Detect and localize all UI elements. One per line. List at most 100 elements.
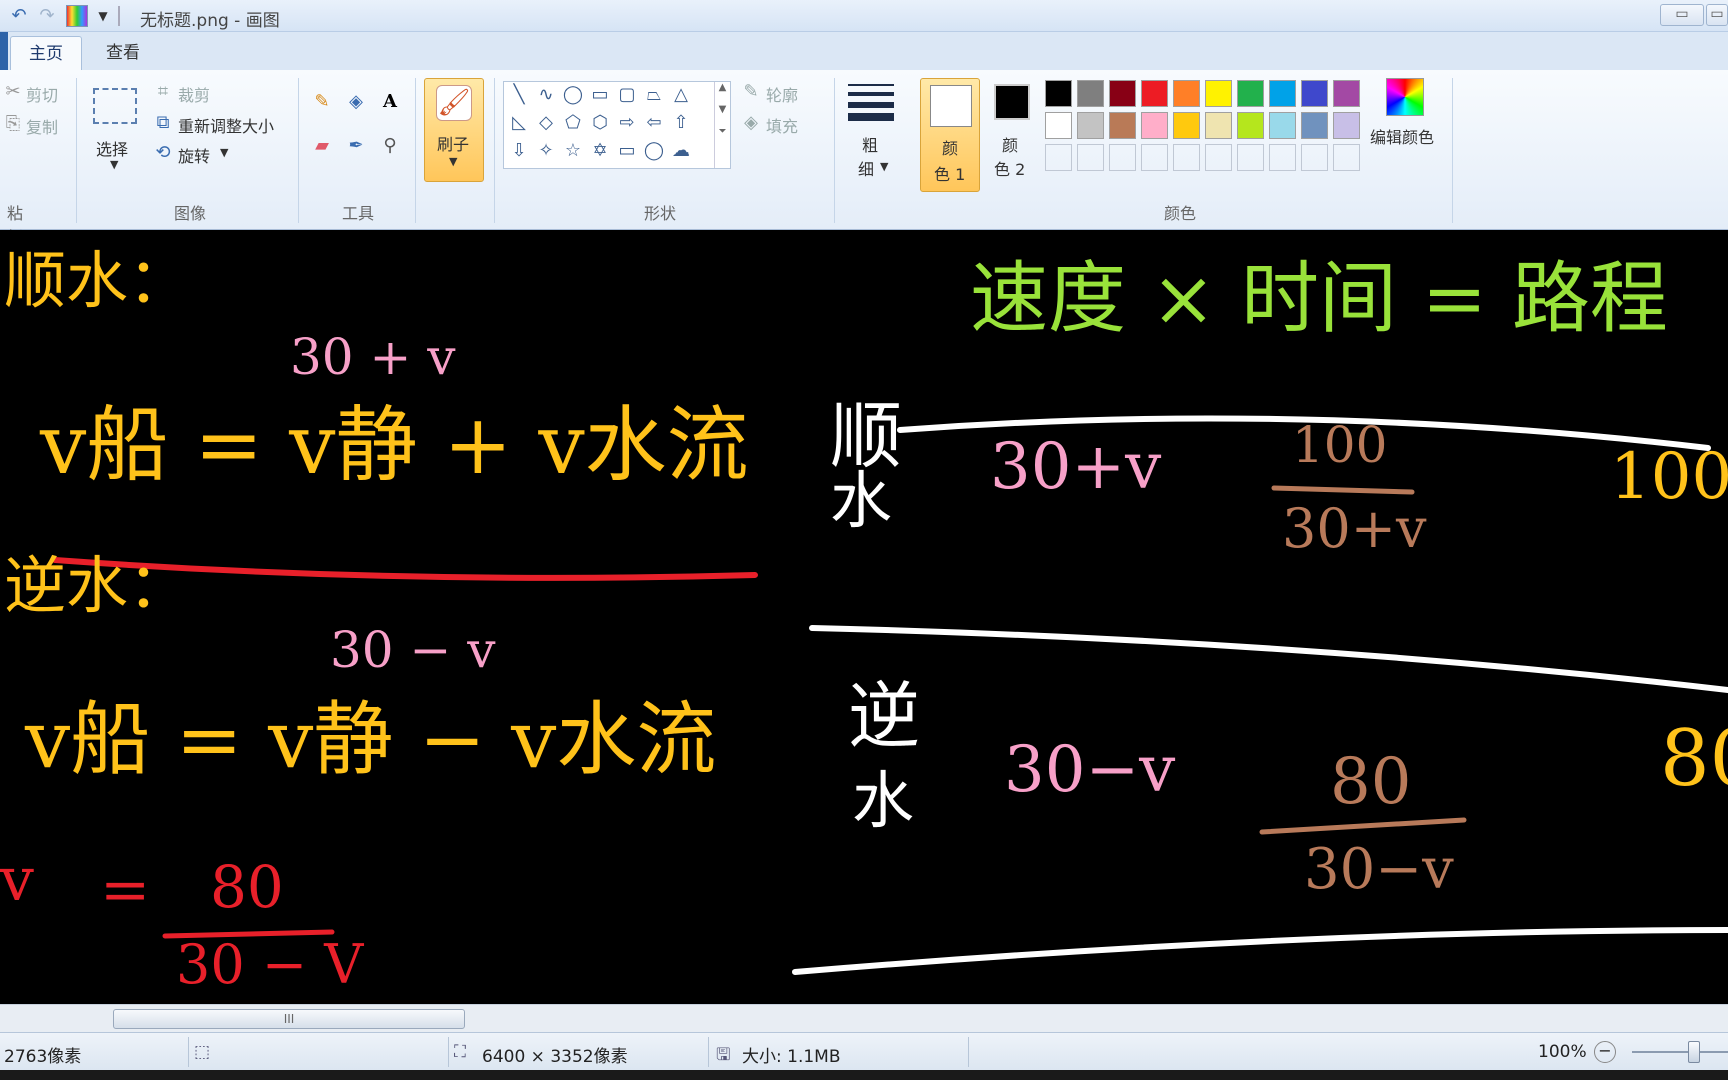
scrollbar-thumb[interactable]: III bbox=[113, 1009, 465, 1029]
size-dropdown-icon[interactable]: ▼ bbox=[880, 160, 888, 173]
header-formula: 速度 × 时间 = 路程 bbox=[970, 254, 1668, 344]
down-arrow-shape-icon[interactable]: ⇩ bbox=[506, 138, 532, 164]
tab-view[interactable]: 查看 bbox=[88, 36, 158, 70]
copy-button[interactable]: 复制 bbox=[26, 114, 58, 138]
select-dropdown-icon[interactable]: ▼ bbox=[110, 158, 118, 171]
zoom-slider-track[interactable] bbox=[1632, 1051, 1728, 1053]
hexagon-shape-icon[interactable]: ⬡ bbox=[587, 110, 613, 136]
four-point-star-shape-icon[interactable]: ✧ bbox=[533, 138, 559, 164]
color2-swatch[interactable] bbox=[994, 84, 1030, 120]
rotate-dropdown-icon[interactable]: ▼ bbox=[220, 146, 228, 159]
restore-button[interactable]: ▭ bbox=[1706, 4, 1728, 26]
edit-colors-button[interactable]: 编辑颜色 bbox=[1370, 124, 1434, 148]
eraser-icon[interactable]: ▰ bbox=[308, 132, 336, 160]
text-tool-icon[interactable]: A bbox=[376, 88, 404, 116]
color-swatch[interactable] bbox=[1333, 112, 1360, 139]
crop-button[interactable]: 裁剪 bbox=[178, 82, 210, 106]
custom-color-slot[interactable] bbox=[1205, 144, 1232, 171]
oval-callout-shape-icon[interactable]: ◯ bbox=[641, 138, 667, 164]
polygon-shape-icon[interactable]: ⏢ bbox=[641, 82, 667, 108]
row2-distance: 80 bbox=[1660, 714, 1728, 804]
rotate-button[interactable]: 旋转 bbox=[178, 143, 210, 167]
color-swatch[interactable] bbox=[1301, 112, 1328, 139]
fill-bucket-icon[interactable]: ◈ bbox=[342, 88, 370, 116]
color-swatch[interactable] bbox=[1045, 80, 1072, 107]
color-swatch[interactable] bbox=[1173, 80, 1200, 107]
color1-label-top: 颜 bbox=[942, 139, 959, 158]
magnifier-icon[interactable]: ⚲ bbox=[376, 132, 404, 160]
custom-color-slot[interactable] bbox=[1109, 144, 1136, 171]
six-point-star-shape-icon[interactable]: ✡ bbox=[587, 138, 613, 164]
color-swatch[interactable] bbox=[1269, 80, 1296, 107]
rect-callout-shape-icon[interactable]: ▭ bbox=[614, 138, 640, 164]
palette-quick-icon[interactable] bbox=[66, 5, 88, 27]
color-swatch[interactable] bbox=[1301, 80, 1328, 107]
zoom-out-button[interactable]: − bbox=[1594, 1041, 1616, 1063]
color-swatch[interactable] bbox=[1173, 112, 1200, 139]
pencil-icon[interactable]: ✎ bbox=[308, 88, 336, 116]
curve-shape-icon[interactable]: ∿ bbox=[533, 82, 559, 108]
pentagon-shape-icon[interactable]: ⬠ bbox=[560, 110, 586, 136]
custom-color-slot[interactable] bbox=[1077, 144, 1104, 171]
color-picker-icon[interactable]: ✒ bbox=[342, 132, 370, 160]
color-swatch[interactable] bbox=[1237, 80, 1264, 107]
color-swatch[interactable] bbox=[1237, 112, 1264, 139]
file-menu-button[interactable] bbox=[0, 32, 8, 70]
diamond-shape-icon[interactable]: ◇ bbox=[533, 110, 559, 136]
right-arrow-shape-icon[interactable]: ⇨ bbox=[614, 110, 640, 136]
custom-color-slot[interactable] bbox=[1301, 144, 1328, 171]
tab-home[interactable]: 主页 bbox=[10, 36, 82, 70]
zoom-slider-thumb[interactable] bbox=[1688, 1041, 1700, 1063]
redo-icon[interactable]: ↷ bbox=[36, 5, 58, 27]
color1-button[interactable]: 颜 色 1 bbox=[920, 78, 980, 192]
undo-icon[interactable]: ↶ bbox=[8, 5, 30, 27]
shapes-scroll[interactable]: ▲ ▼ ⏷ bbox=[714, 82, 730, 168]
color-swatch[interactable] bbox=[1205, 112, 1232, 139]
horizontal-scrollbar[interactable]: III bbox=[0, 1004, 1728, 1032]
color-swatch[interactable] bbox=[1077, 80, 1104, 107]
shapes-gallery: ╲ ∿ ◯ ▭ ▢ ⏢ △ ◺ ◇ ⬠ ⬡ ⇨ ⇦ ⇧ ⇩ ✧ ☆ ✡ ▭ ◯ … bbox=[503, 81, 731, 169]
fill-button[interactable]: 填充 bbox=[766, 113, 798, 137]
color-swatch[interactable] bbox=[1141, 112, 1168, 139]
custom-color-slot[interactable] bbox=[1269, 144, 1296, 171]
crop-icon: ⌗ bbox=[157, 81, 169, 102]
brush-button[interactable]: 🖌 刷子 ▼ bbox=[424, 78, 484, 182]
up-arrow-shape-icon[interactable]: ⇧ bbox=[668, 110, 694, 136]
color-swatch[interactable] bbox=[1045, 112, 1072, 139]
custom-color-slot[interactable] bbox=[1045, 144, 1072, 171]
size-button[interactable]: 细 bbox=[858, 156, 874, 180]
cloud-callout-shape-icon[interactable]: ☁ bbox=[668, 138, 694, 164]
group-divider bbox=[76, 78, 77, 223]
color-swatch[interactable] bbox=[1141, 80, 1168, 107]
color2-label-top[interactable]: 颜 bbox=[1002, 132, 1018, 156]
row2-time-numerator: 80 bbox=[1330, 745, 1412, 819]
custom-color-slot[interactable] bbox=[1237, 144, 1264, 171]
custom-color-slot[interactable] bbox=[1141, 144, 1168, 171]
select-button[interactable]: 选择 bbox=[96, 136, 128, 160]
cut-button[interactable]: 剪切 bbox=[26, 82, 58, 106]
row2-label-top: 逆 bbox=[848, 674, 921, 758]
line-shape-icon[interactable]: ╲ bbox=[506, 82, 532, 108]
outline-button[interactable]: 轮廓 bbox=[766, 82, 798, 106]
quick-access-dropdown-icon[interactable]: ▼ bbox=[92, 5, 114, 27]
rounded-rectangle-shape-icon[interactable]: ▢ bbox=[614, 82, 640, 108]
color-swatch[interactable] bbox=[1205, 80, 1232, 107]
right-triangle-shape-icon[interactable]: ◺ bbox=[506, 110, 532, 136]
color-swatch[interactable] bbox=[1333, 80, 1360, 107]
oval-shape-icon[interactable]: ◯ bbox=[560, 82, 586, 108]
color-swatch[interactable] bbox=[1269, 112, 1296, 139]
five-point-star-shape-icon[interactable]: ☆ bbox=[560, 138, 586, 164]
left-arrow-shape-icon[interactable]: ⇦ bbox=[641, 110, 667, 136]
color-swatch[interactable] bbox=[1109, 80, 1136, 107]
triangle-shape-icon[interactable]: △ bbox=[668, 82, 694, 108]
color-swatch[interactable] bbox=[1109, 112, 1136, 139]
status-divider bbox=[448, 1037, 449, 1067]
minimize-button[interactable]: ▭ bbox=[1660, 4, 1704, 26]
drawing-canvas[interactable]: 顺水： 30 + v v船 = v静 + v水流 逆水： 30 − v v船 =… bbox=[0, 230, 1728, 1004]
resize-button[interactable]: 重新调整大小 bbox=[178, 113, 274, 137]
color-swatch[interactable] bbox=[1077, 112, 1104, 139]
rectangle-shape-icon[interactable]: ▭ bbox=[587, 82, 613, 108]
color2-label-bottom[interactable]: 色 2 bbox=[994, 156, 1025, 180]
custom-color-slot[interactable] bbox=[1333, 144, 1360, 171]
custom-color-slot[interactable] bbox=[1173, 144, 1200, 171]
